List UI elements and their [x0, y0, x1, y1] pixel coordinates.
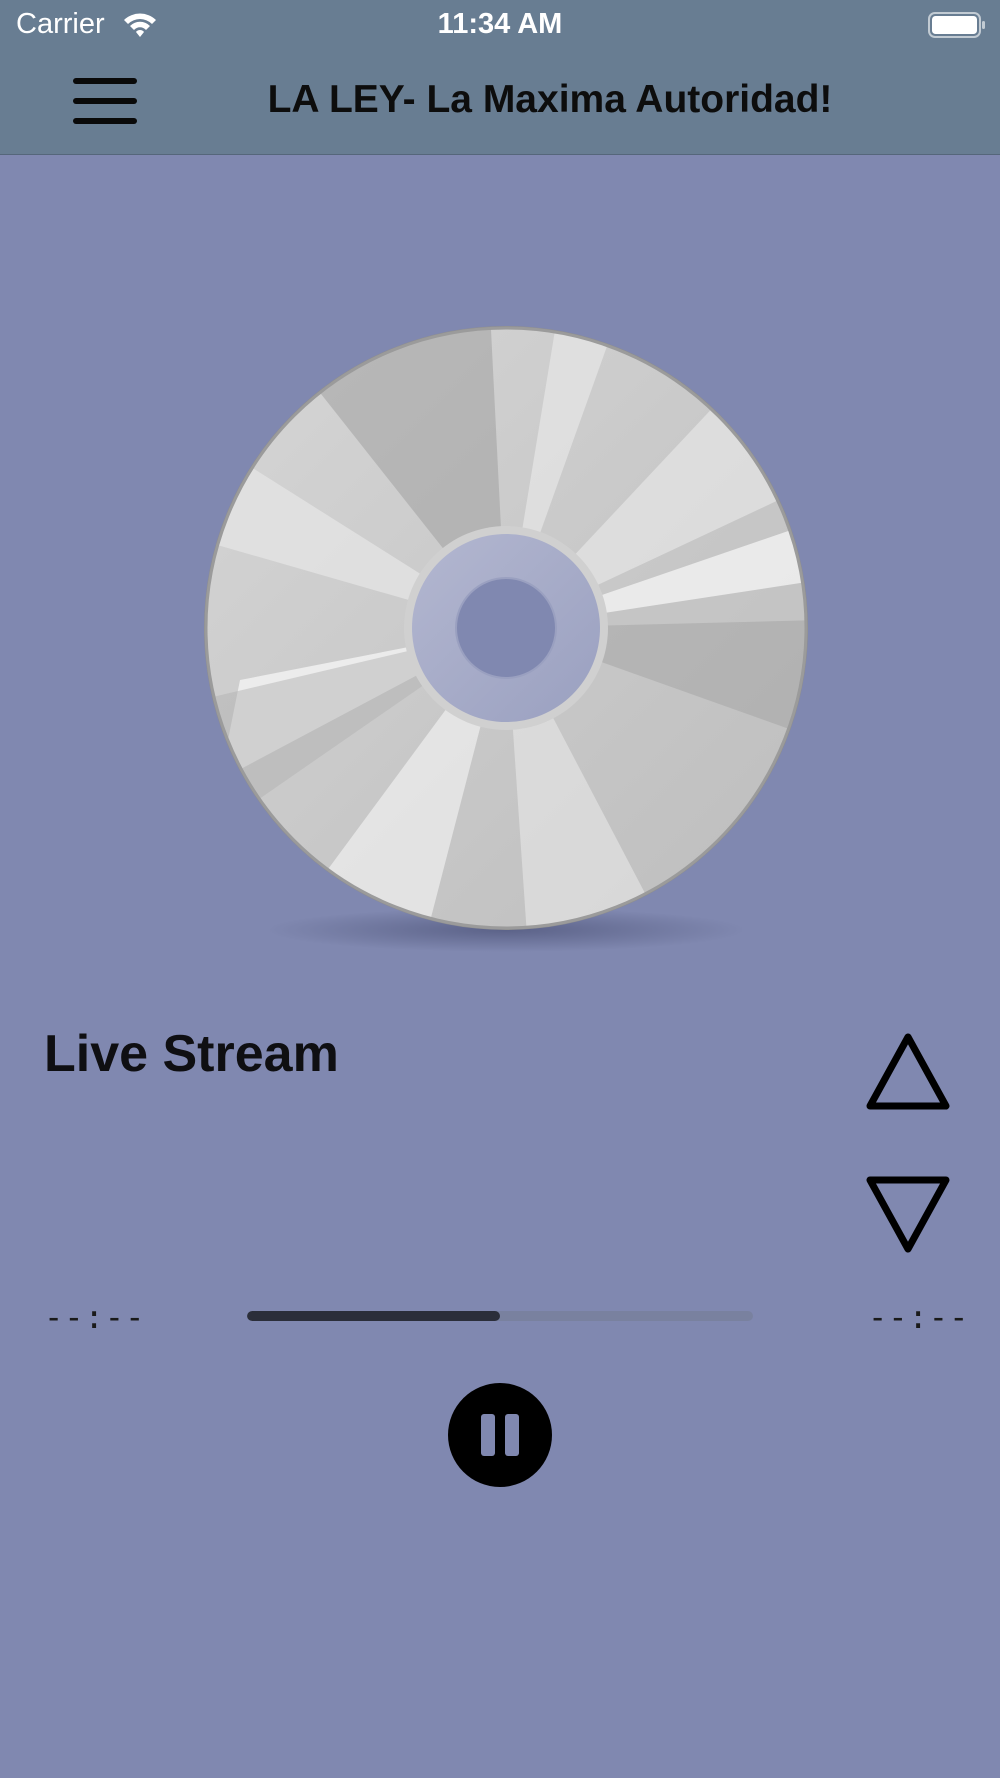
progress-fill: [247, 1311, 500, 1321]
cd-disc-icon: [204, 326, 808, 952]
status-bar: Carrier 11:34 AM: [0, 0, 1000, 52]
elapsed-time: --:--: [44, 1298, 146, 1336]
pause-icon-bar: [505, 1414, 519, 1456]
remaining-time: --:--: [868, 1298, 970, 1336]
track-title: Live Stream: [44, 1025, 339, 1083]
status-time: 11:34 AM: [437, 8, 563, 40]
progress-slider[interactable]: [247, 1311, 753, 1321]
page-title: LA LEY- La Maxima Autoridad!: [267, 78, 833, 121]
hamburger-menu-icon[interactable]: [68, 66, 142, 136]
pause-button[interactable]: [448, 1383, 552, 1487]
triangle-up-icon[interactable]: [866, 1030, 950, 1114]
pause-icon: [481, 1414, 495, 1456]
triangle-down-icon[interactable]: [866, 1172, 950, 1256]
battery-icon: [928, 12, 985, 38]
navigation-bar: LA LEY- La Maxima Autoridad!: [0, 52, 1000, 155]
